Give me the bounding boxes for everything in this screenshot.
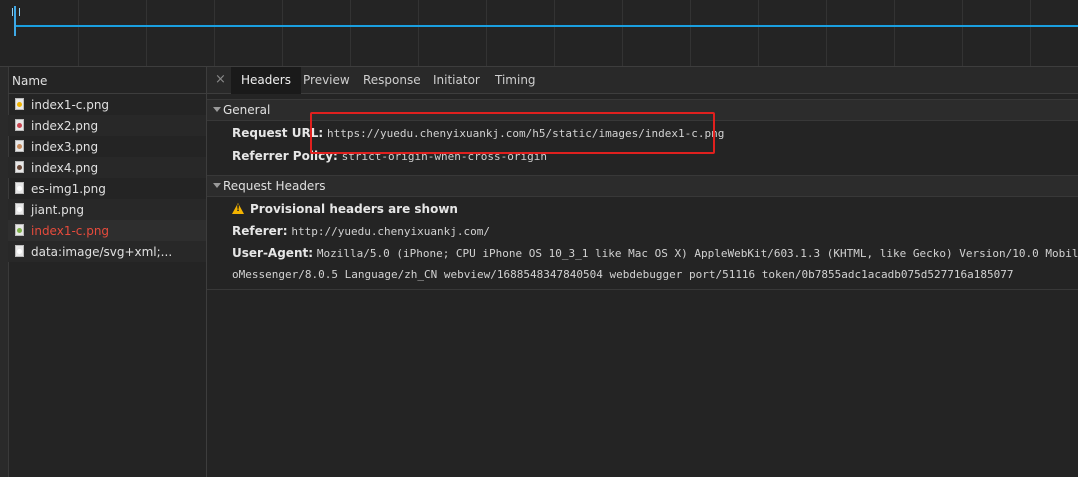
request-row[interactable]: index4.png — [8, 157, 206, 178]
name-column-label: Name — [12, 74, 48, 88]
image-file-icon — [15, 203, 24, 215]
request-headers-section-title: Request Headers — [223, 179, 326, 193]
tab-headers[interactable]: Headers — [231, 67, 301, 94]
timeline-waterfall-bar — [14, 25, 1078, 27]
request-details-panel: × Headers Preview Response Initiator Tim… — [207, 67, 1078, 477]
timeline-gridline — [350, 0, 351, 66]
image-file-icon — [15, 98, 24, 110]
request-row[interactable]: index1-c.png — [8, 94, 206, 115]
request-row[interactable]: data:image/svg+xml;... — [8, 241, 206, 262]
image-file-icon — [15, 161, 24, 173]
request-row[interactable]: index1-c.png — [8, 220, 206, 241]
name-column-header[interactable]: Name — [8, 67, 206, 94]
request-name: index1-c.png — [31, 98, 110, 112]
section-divider — [207, 289, 1078, 290]
image-file-icon — [15, 245, 24, 257]
referer-value[interactable]: http://yuedu.chenyixuankj.com/ — [291, 225, 490, 238]
image-file-icon — [15, 140, 24, 152]
network-name-panel: Name index1-c.png index2.png index3.png ind… — [0, 67, 207, 477]
referer-key: Referer: — [232, 224, 288, 238]
timeline-gridline — [418, 0, 419, 66]
general-section-title: General — [223, 103, 271, 117]
timeline-gridline — [554, 0, 555, 66]
image-file-icon — [15, 182, 24, 194]
tab-initiator[interactable]: Initiator — [423, 67, 490, 93]
timeline-gridline — [962, 0, 963, 66]
timeline-gridline — [622, 0, 623, 66]
request-name: index3.png — [31, 140, 99, 154]
collapse-triangle-icon — [213, 107, 221, 112]
request-name: index4.png — [31, 161, 99, 175]
request-row[interactable]: es-img1.png — [8, 178, 206, 199]
tab-timing[interactable]: Timing — [485, 67, 546, 93]
image-file-icon — [15, 119, 24, 131]
timeline-gridline — [1030, 0, 1031, 66]
collapse-triangle-icon — [213, 183, 221, 188]
timeline-selection-handle[interactable] — [12, 6, 20, 36]
timeline-gridline — [894, 0, 895, 66]
referer-row: Referer: http://yuedu.chenyixuankj.com/ — [232, 224, 490, 238]
request-row[interactable]: index2.png — [8, 115, 206, 136]
close-icon[interactable]: × — [215, 72, 226, 87]
broken-image-icon — [15, 224, 24, 236]
highlight-annotation-box — [310, 112, 715, 154]
user-agent-value-line2[interactable]: oMessenger/8.0.5 Language/zh_CN webview/… — [232, 268, 1013, 281]
request-list: index1-c.png index2.png index3.png index4.p… — [8, 94, 206, 262]
request-name: index1-c.png — [31, 224, 110, 238]
request-name: index2.png — [31, 119, 99, 133]
provisional-warning-text: Provisional headers are shown — [250, 202, 458, 216]
timeline-overview[interactable] — [0, 0, 1078, 67]
timeline-gridline — [690, 0, 691, 66]
request-row[interactable]: index3.png — [8, 136, 206, 157]
timeline-gridline — [146, 0, 147, 66]
details-tabbar: × Headers Preview Response Initiator Tim… — [207, 67, 1078, 94]
timeline-gridline — [826, 0, 827, 66]
user-agent-row: User-Agent: Mozilla/5.0 (iPhone; CPU iPh… — [232, 246, 1078, 260]
timeline-gridline — [78, 0, 79, 66]
request-headers-section-header[interactable]: Request Headers — [207, 175, 1078, 197]
warning-icon — [232, 203, 244, 214]
provisional-warning-row: Provisional headers are shown — [232, 202, 458, 216]
user-agent-continuation-row: oMessenger/8.0.5 Language/zh_CN webview/… — [232, 267, 1013, 281]
request-name: data:image/svg+xml;... — [31, 245, 173, 259]
user-agent-key: User-Agent: — [232, 246, 314, 260]
timeline-gridline — [282, 0, 283, 66]
request-name: es-img1.png — [31, 182, 106, 196]
timeline-gridline — [486, 0, 487, 66]
timeline-gridline — [758, 0, 759, 66]
user-agent-value-line1[interactable]: Mozilla/5.0 (iPhone; CPU iPhone OS 10_3_… — [317, 247, 1078, 260]
request-row[interactable]: jiant.png — [8, 199, 206, 220]
request-name: jiant.png — [31, 203, 84, 217]
timeline-gridline — [214, 0, 215, 66]
tab-preview[interactable]: Preview — [293, 67, 360, 93]
tab-response[interactable]: Response — [353, 67, 431, 93]
